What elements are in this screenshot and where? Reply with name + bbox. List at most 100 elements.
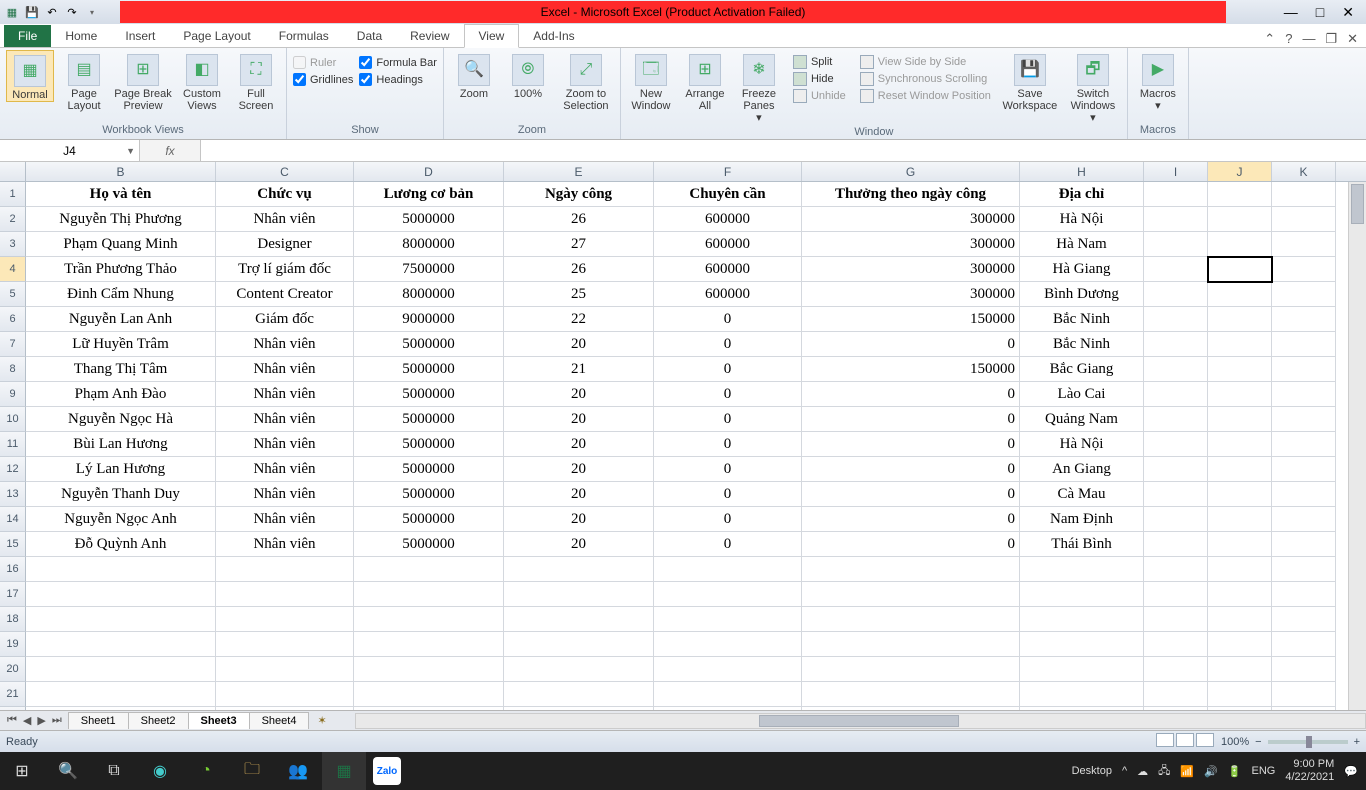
- cell[interactable]: 8000000: [354, 232, 504, 257]
- cell[interactable]: [216, 632, 354, 657]
- cell[interactable]: Nhân viên: [216, 332, 354, 357]
- zoom-out-icon[interactable]: −: [1255, 736, 1261, 748]
- cell[interactable]: [354, 682, 504, 707]
- cell[interactable]: Nhân viên: [216, 482, 354, 507]
- cell[interactable]: 5000000: [354, 207, 504, 232]
- cell[interactable]: Địa chỉ: [1020, 182, 1144, 207]
- cell[interactable]: [1020, 682, 1144, 707]
- cell[interactable]: 0: [654, 457, 802, 482]
- file-explorer-icon[interactable]: 🗀: [230, 752, 274, 790]
- cell[interactable]: [1272, 632, 1336, 657]
- tab-addins[interactable]: Add-Ins: [519, 25, 588, 47]
- cell[interactable]: [504, 607, 654, 632]
- workbook-close-icon[interactable]: ✕: [1347, 31, 1358, 47]
- tray-network-icon[interactable]: 🖧: [1158, 762, 1170, 781]
- custom-views-button[interactable]: ◧Custom Views: [178, 50, 226, 112]
- cell[interactable]: [504, 632, 654, 657]
- cell[interactable]: 0: [802, 382, 1020, 407]
- cell[interactable]: [1144, 432, 1208, 457]
- cell[interactable]: 5000000: [354, 432, 504, 457]
- cell[interactable]: 20: [504, 507, 654, 532]
- cell[interactable]: [26, 582, 216, 607]
- cell[interactable]: [654, 582, 802, 607]
- row-header[interactable]: 13: [0, 482, 26, 507]
- page-layout-button[interactable]: ▤Page Layout: [60, 50, 108, 112]
- cell[interactable]: Lương cơ bản: [354, 182, 504, 207]
- cell[interactable]: 7500000: [354, 257, 504, 282]
- tray-cloud-icon[interactable]: ☁: [1137, 765, 1148, 778]
- cell[interactable]: [802, 582, 1020, 607]
- cell[interactable]: [1208, 482, 1272, 507]
- cell[interactable]: [354, 607, 504, 632]
- cell[interactable]: [1144, 357, 1208, 382]
- cell[interactable]: [504, 707, 654, 710]
- redo-icon[interactable]: ↷: [64, 4, 80, 20]
- cell[interactable]: [216, 657, 354, 682]
- cell[interactable]: [26, 632, 216, 657]
- cell[interactable]: Nguyễn Ngọc Hà: [26, 407, 216, 432]
- cell[interactable]: Trợ lí giám đốc: [216, 257, 354, 282]
- cell[interactable]: Thưởng theo ngày công: [802, 182, 1020, 207]
- close-button[interactable]: ✕: [1342, 4, 1354, 21]
- row-header[interactable]: 5: [0, 282, 26, 307]
- cell[interactable]: Nguyễn Thị Phương: [26, 207, 216, 232]
- cell[interactable]: [1144, 532, 1208, 557]
- scrollbar-thumb[interactable]: [759, 715, 959, 727]
- cell[interactable]: Phạm Anh Đào: [26, 382, 216, 407]
- cell[interactable]: 20: [504, 407, 654, 432]
- row-header[interactable]: 14: [0, 507, 26, 532]
- cell[interactable]: [1208, 682, 1272, 707]
- cell[interactable]: [1144, 182, 1208, 207]
- cell[interactable]: 5000000: [354, 382, 504, 407]
- col-header[interactable]: G: [802, 162, 1020, 181]
- cell[interactable]: [216, 607, 354, 632]
- vertical-scrollbar[interactable]: [1348, 182, 1366, 710]
- hide-button[interactable]: Hide: [789, 71, 850, 87]
- cell[interactable]: [216, 557, 354, 582]
- cell[interactable]: 300000: [802, 207, 1020, 232]
- cell[interactable]: Trần Phương Thảo: [26, 257, 216, 282]
- cell[interactable]: 5000000: [354, 407, 504, 432]
- cell[interactable]: [26, 557, 216, 582]
- cell[interactable]: Bình Dương: [1020, 282, 1144, 307]
- cell[interactable]: [1144, 207, 1208, 232]
- name-box-dropdown-icon[interactable]: ▼: [126, 146, 135, 156]
- cell[interactable]: Nhân viên: [216, 207, 354, 232]
- freeze-panes-button[interactable]: ❄Freeze Panes▾: [735, 50, 783, 124]
- row-header[interactable]: 4: [0, 257, 26, 282]
- cell[interactable]: 150000: [802, 307, 1020, 332]
- cell[interactable]: [654, 632, 802, 657]
- formula-input[interactable]: [200, 140, 1366, 161]
- cell[interactable]: Designer: [216, 232, 354, 257]
- cell[interactable]: [654, 707, 802, 710]
- cell[interactable]: [1020, 582, 1144, 607]
- sheet-tab[interactable]: Sheet1: [68, 712, 129, 729]
- tray-wifi-icon[interactable]: 📶: [1180, 765, 1194, 778]
- cell[interactable]: [1208, 407, 1272, 432]
- undo-icon[interactable]: ↶: [44, 4, 60, 20]
- name-box-input[interactable]: [40, 144, 100, 158]
- cell[interactable]: [26, 707, 216, 710]
- row-header[interactable]: 10: [0, 407, 26, 432]
- tab-formulas[interactable]: Formulas: [265, 25, 343, 47]
- col-header[interactable]: K: [1272, 162, 1336, 181]
- last-sheet-icon[interactable]: ⏭: [49, 714, 65, 727]
- cell[interactable]: [354, 657, 504, 682]
- cell[interactable]: Nguyễn Thanh Duy: [26, 482, 216, 507]
- cell[interactable]: Bắc Ninh: [1020, 332, 1144, 357]
- row-header[interactable]: 16: [0, 557, 26, 582]
- cell[interactable]: [1272, 257, 1336, 282]
- cell[interactable]: Đinh Cẩm Nhung: [26, 282, 216, 307]
- minimize-button[interactable]: —: [1284, 4, 1298, 21]
- cell[interactable]: Nhân viên: [216, 382, 354, 407]
- zoom-100-button[interactable]: ⦾100%: [504, 50, 552, 100]
- sheet-tab[interactable]: Sheet2: [128, 712, 189, 729]
- cell[interactable]: Hà Nam: [1020, 232, 1144, 257]
- cell[interactable]: 20: [504, 382, 654, 407]
- cell[interactable]: Hà Nội: [1020, 207, 1144, 232]
- cell[interactable]: [1144, 582, 1208, 607]
- cell[interactable]: [1208, 332, 1272, 357]
- cell[interactable]: 0: [654, 407, 802, 432]
- cell[interactable]: Chuyên cần: [654, 182, 802, 207]
- scrollbar-thumb[interactable]: [1351, 184, 1364, 224]
